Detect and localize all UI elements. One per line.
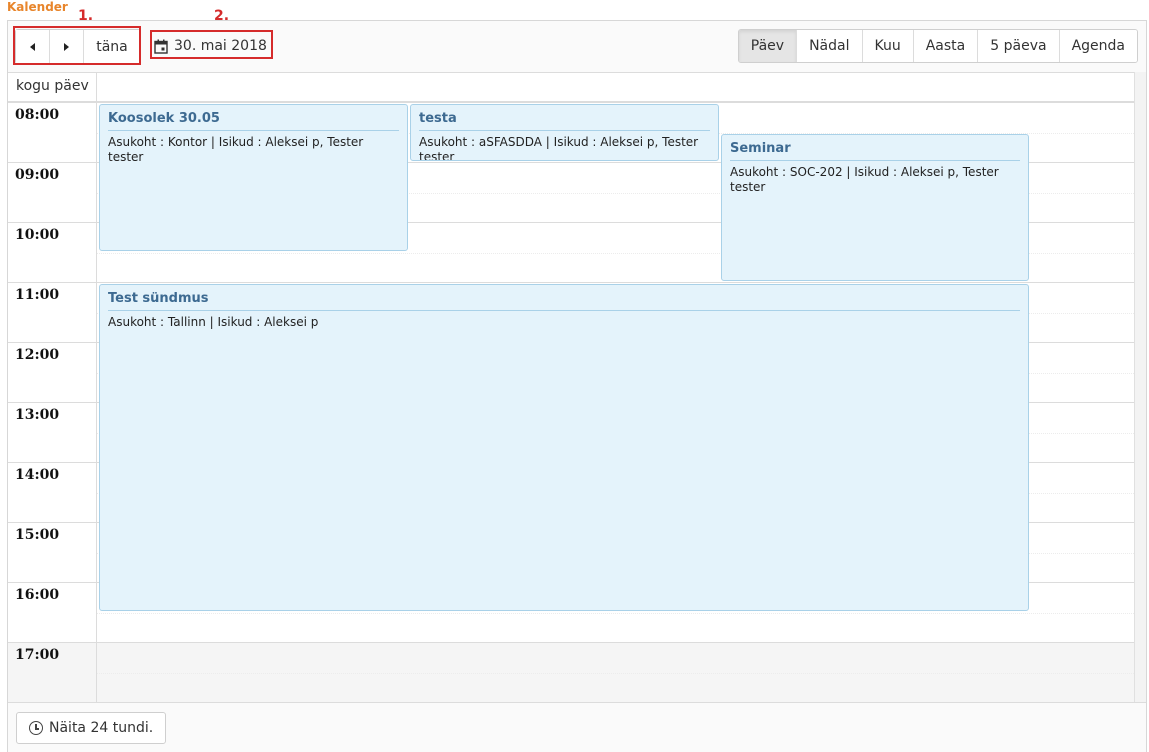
clock-icon — [29, 721, 43, 735]
view-year-button[interactable]: Aasta — [912, 30, 978, 62]
time-grid: 08:00 09:00 10:00 11:00 12:00 13:00 14:0… — [8, 102, 1134, 702]
scrollbar[interactable] — [1134, 72, 1146, 702]
event-title: Koosolek 30.05 — [108, 111, 399, 131]
event-koosolek[interactable]: Koosolek 30.05 Asukoht : Kontor | Isikud… — [99, 104, 408, 251]
event-title: Test sündmus — [108, 291, 1020, 311]
event-title: testa — [419, 111, 710, 131]
event-description: Asukoht : Tallinn | Isikud : Aleksei p — [108, 315, 319, 329]
calendar-footer: Näita 24 tundi. — [8, 702, 1146, 752]
hour-label: 10:00 — [15, 227, 60, 243]
allday-row[interactable]: kogu päev — [8, 72, 1134, 102]
hour-label: 17:00 — [15, 647, 60, 663]
hour-row-17[interactable]: 17:00 — [8, 642, 1134, 702]
annotation-box-nav — [13, 26, 141, 65]
view-switcher: Päev Nädal Kuu Aasta 5 päeva Agenda — [737, 29, 1138, 63]
hour-label: 14:00 — [15, 467, 60, 483]
allday-label: kogu päev — [16, 78, 89, 94]
view-day-button[interactable]: Päev — [738, 30, 797, 62]
hour-label: 15:00 — [15, 527, 60, 543]
calendar-toolbar: täna 30. mai 2018 Päev Nädal Kuu Aasta 5… — [8, 21, 1146, 73]
event-description: Asukoht : aSFASDDA | Isikud : Aleksei p,… — [419, 135, 699, 161]
view-month-button[interactable]: Kuu — [861, 30, 913, 62]
show-24-hours-label: Näita 24 tundi. — [49, 720, 154, 736]
show-24-hours-button[interactable]: Näita 24 tundi. — [16, 712, 167, 744]
view-5days-button[interactable]: 5 päeva — [977, 30, 1059, 62]
event-testa[interactable]: testa Asukoht : aSFASDDA | Isikud : Alek… — [410, 104, 719, 161]
view-agenda-button[interactable]: Agenda — [1058, 30, 1137, 62]
hour-label: 11:00 — [15, 287, 60, 303]
event-description: Asukoht : Kontor | Isikud : Aleksei p, T… — [108, 135, 364, 164]
calendar-panel: täna 30. mai 2018 Päev Nädal Kuu Aasta 5… — [7, 20, 1147, 752]
event-seminar[interactable]: Seminar Asukoht : SOC-202 | Isikud : Ale… — [721, 134, 1029, 281]
hour-label: 13:00 — [15, 407, 60, 423]
view-week-button[interactable]: Nädal — [796, 30, 862, 62]
annotation-box-date — [150, 30, 273, 59]
hour-label: 12:00 — [15, 347, 60, 363]
hour-label: 16:00 — [15, 587, 60, 603]
event-description: Asukoht : SOC-202 | Isikud : Aleksei p, … — [730, 165, 999, 194]
event-test-sundmus[interactable]: Test sündmus Asukoht : Tallinn | Isikud … — [99, 284, 1029, 611]
event-title: Seminar — [730, 141, 1020, 161]
hour-label: 09:00 — [15, 167, 60, 183]
hour-label: 08:00 — [15, 107, 60, 123]
app-title: Kalender — [7, 0, 68, 14]
